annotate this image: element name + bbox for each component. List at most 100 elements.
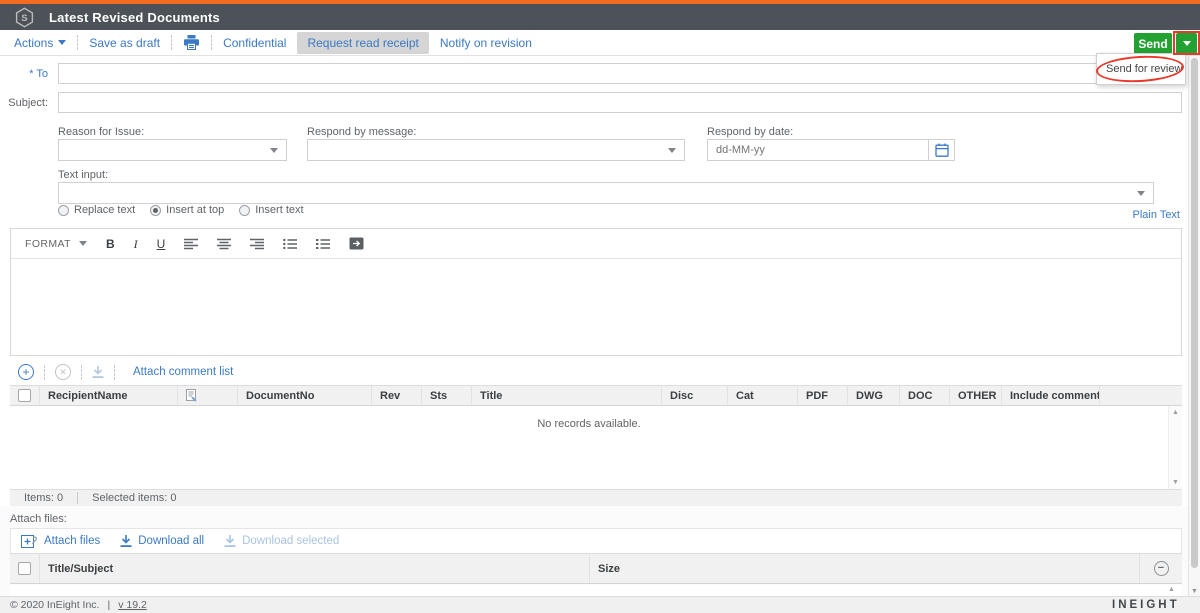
to-label: * To (0, 68, 48, 80)
attachments-select-all-checkbox[interactable] (18, 562, 31, 575)
radio-insert-at-top[interactable]: Insert at top (150, 204, 224, 216)
chevron-down-icon (79, 241, 87, 246)
items-status-bar: Items: 0 Selected items: 0 (10, 489, 1182, 506)
actions-menu-button[interactable]: Actions (14, 36, 66, 50)
col-cat[interactable]: Cat (728, 386, 798, 405)
italic-button[interactable]: I (134, 238, 138, 250)
confidential-button[interactable]: Confidential (223, 36, 286, 50)
documents-table-scrollbar[interactable]: ▲ ▼ (1168, 406, 1182, 489)
align-right-icon[interactable] (250, 238, 264, 250)
remove-recipient-icon[interactable]: ✕ (55, 364, 71, 380)
document-preview-icon (186, 389, 198, 402)
radio-circle-icon (58, 205, 69, 216)
respond-by-date-input[interactable] (708, 144, 928, 156)
align-left-icon[interactable] (184, 238, 198, 250)
download-all-button[interactable]: Download all (120, 535, 204, 548)
actions-label: Actions (14, 36, 53, 50)
annotation-red-box (1173, 31, 1200, 55)
attach-files-button[interactable]: Attach files (21, 534, 100, 549)
attachments-toolbar: Attach files Download all Download selec… (10, 528, 1182, 553)
reason-for-issue-label: Reason for Issue: (58, 126, 144, 138)
to-input[interactable] (58, 63, 1182, 84)
selected-items-count: Selected items: 0 (78, 492, 190, 504)
scroll-up-icon[interactable]: ▲ (1168, 586, 1175, 593)
attach-files-label: Attach files: (10, 513, 67, 525)
print-icon[interactable] (183, 35, 200, 50)
attach-comment-list-link[interactable]: Attach comment list (133, 366, 233, 378)
download-icon (120, 535, 132, 548)
copyright-text: © 2020 InEight Inc. (10, 599, 99, 611)
subject-input[interactable] (58, 92, 1182, 113)
empty-message: No records available. (10, 418, 1168, 430)
col-empty (1100, 386, 1168, 405)
col-size[interactable]: Size (590, 554, 1140, 583)
radio-circle-icon (239, 205, 250, 216)
toolbar-divider (114, 365, 115, 380)
download-icon[interactable] (92, 366, 104, 379)
toolbar-divider (211, 35, 212, 50)
attachments-table-body (10, 585, 1182, 596)
notify-on-revision-button[interactable]: Notify on revision (440, 36, 532, 50)
collapse-icon[interactable]: − (1154, 561, 1169, 576)
ineight-brand-logo: INEIGHT (1112, 599, 1180, 611)
scroll-down-icon[interactable]: ▼ (1191, 588, 1198, 595)
attachments-table-header: Title/Subject Size − (10, 553, 1182, 584)
radio-insert-text[interactable]: Insert text (239, 204, 303, 216)
text-input-select[interactable] (58, 182, 1154, 204)
rich-text-editor: FORMAT B I U (10, 228, 1182, 356)
download-selected-button[interactable]: Download selected (224, 535, 339, 548)
plain-text-link[interactable]: Plain Text (1108, 209, 1180, 221)
col-title-subject[interactable]: Title/Subject (40, 554, 590, 583)
calendar-icon[interactable] (928, 140, 954, 160)
toolbar-divider (44, 365, 45, 380)
col-other[interactable]: OTHER (950, 386, 1002, 405)
col-comment-icon[interactable] (178, 386, 238, 405)
attach-files-icon (21, 534, 38, 549)
col-rev[interactable]: Rev (372, 386, 422, 405)
col-doc[interactable]: DOC (900, 386, 950, 405)
col-recipient-name[interactable]: RecipientName (40, 386, 178, 405)
page-scrollbar[interactable]: ▼ (1188, 56, 1200, 596)
table-header-corner (1168, 385, 1182, 406)
chevron-down-icon (270, 148, 278, 153)
radio-replace-text[interactable]: Replace text (58, 204, 135, 216)
indent-icon[interactable] (349, 237, 364, 250)
respond-by-date-label: Respond by date: (707, 126, 793, 138)
editor-content-area[interactable] (11, 259, 1181, 355)
col-sts[interactable]: Sts (422, 386, 472, 405)
numbered-list-icon[interactable] (316, 238, 330, 250)
documents-toolbar: + ✕ Attach comment list (10, 360, 1182, 384)
bullet-list-icon[interactable] (283, 238, 297, 250)
send-button[interactable]: Send (1134, 33, 1172, 54)
select-all-checkbox[interactable] (18, 389, 31, 402)
reason-for-issue-select[interactable] (58, 139, 287, 161)
align-center-icon[interactable] (217, 238, 231, 250)
footer-divider: | (107, 599, 110, 611)
col-dwg[interactable]: DWG (848, 386, 900, 405)
col-disc[interactable]: Disc (662, 386, 728, 405)
format-dropdown[interactable]: FORMAT (25, 238, 87, 250)
add-recipient-icon[interactable]: + (18, 364, 34, 380)
radio-circle-icon (150, 205, 161, 216)
scroll-down-icon[interactable]: ▼ (1172, 479, 1179, 486)
respond-by-message-select[interactable] (307, 139, 685, 161)
page-title: Latest Revised Documents (49, 10, 220, 25)
scroll-up-icon[interactable]: ▲ (1172, 409, 1179, 416)
bold-button[interactable]: B (106, 238, 115, 250)
underline-button[interactable]: U (157, 238, 166, 250)
col-title[interactable]: Title (472, 386, 662, 405)
download-icon (224, 535, 236, 548)
text-input-label: Text input: (58, 169, 108, 181)
save-as-draft-button[interactable]: Save as draft (89, 36, 160, 50)
scrollbar-thumb[interactable] (1191, 58, 1198, 568)
col-pdf[interactable]: PDF (798, 386, 848, 405)
toolbar-divider (81, 365, 82, 380)
editor-toolbar: FORMAT B I U (11, 229, 1181, 259)
col-include-comment[interactable]: Include comment (1002, 386, 1100, 405)
col-document-no[interactable]: DocumentNo (238, 386, 372, 405)
subject-label: Subject: (0, 97, 48, 109)
version-link[interactable]: v 19.2 (118, 599, 147, 611)
request-read-receipt-toggle[interactable]: Request read receipt (297, 32, 428, 54)
insert-mode-radio-group: Replace text Insert at top Insert text (58, 204, 304, 216)
toolbar-divider (171, 35, 172, 50)
